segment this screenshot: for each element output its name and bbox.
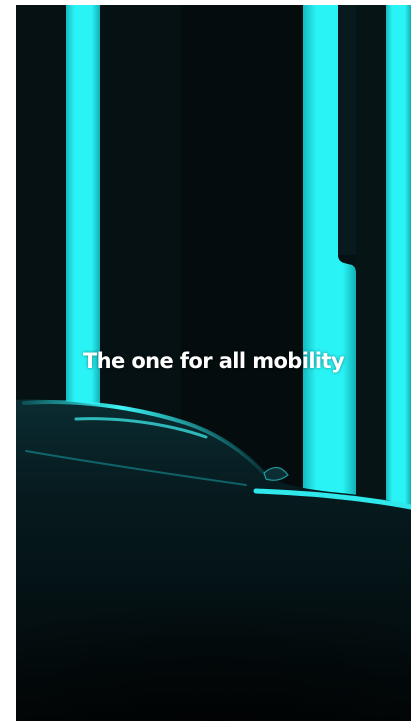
bar-shadow-gap [338, 5, 356, 255]
video-headline: The one for all mobility [82, 349, 345, 373]
video-frame[interactable]: The one for all mobility [16, 5, 411, 721]
floor-shadow [16, 565, 411, 721]
